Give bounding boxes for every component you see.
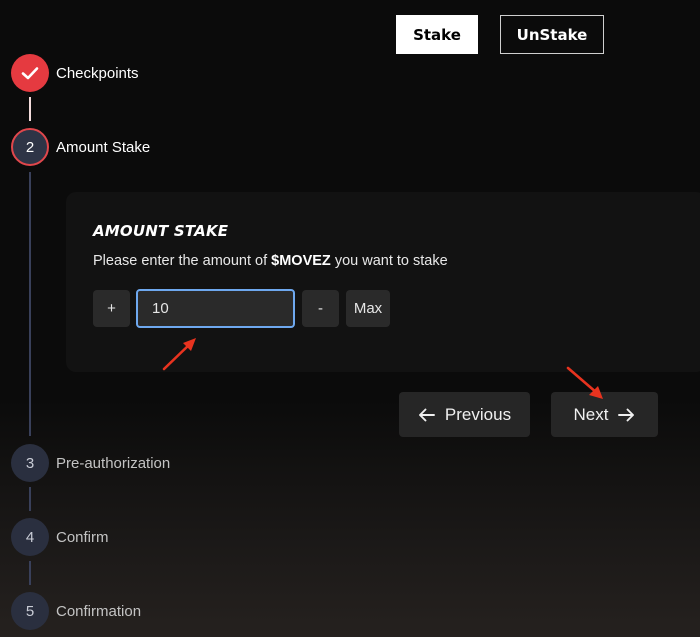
step-label: Confirm [56,528,109,546]
arrow-right-icon [618,408,635,422]
step-connector [29,561,31,585]
step-confirm: 4 Confirm [11,518,109,556]
stake-tab-button[interactable]: Stake [396,15,478,54]
previous-button[interactable]: Previous [399,392,530,437]
step-number: 4 [11,518,49,556]
decrement-button[interactable]: - [302,290,339,327]
step-checkpoints: Checkpoints [11,54,139,92]
step-label: Pre-authorization [56,454,171,472]
card-title: AMOUNT STAKE [93,222,229,240]
arrow-left-icon [418,408,435,422]
step-label: Checkpoints [56,64,139,82]
amount-stake-card [66,192,700,372]
token-symbol: $MOVEZ [271,253,331,269]
card-description: Please enter the amount of $MOVEZ you wa… [93,253,448,269]
previous-label: Previous [444,404,512,424]
next-button[interactable]: Next [551,392,658,437]
desc-suffix: you want to stake [334,253,448,269]
step-pre-authorization: 3 Pre-authorization [11,444,170,482]
step-label: Amount Stake [56,138,151,156]
step-amount-stake: 2 Amount Stake [11,128,150,166]
max-button[interactable]: Max [346,290,390,327]
check-icon [11,54,49,92]
step-connector [29,487,31,511]
step-number: 5 [11,592,49,630]
amount-input[interactable] [136,289,295,328]
increment-button[interactable]: + [93,290,130,327]
desc-prefix: Please enter the amount of [93,253,268,269]
next-label: Next [573,404,609,424]
step-connector [29,97,31,121]
unstake-tab-button[interactable]: UnStake [500,15,604,54]
step-number: 3 [11,444,49,482]
step-confirmation: 5 Confirmation [11,592,141,630]
step-number: 2 [11,128,49,166]
step-connector [29,172,31,436]
step-label: Confirmation [56,602,142,620]
